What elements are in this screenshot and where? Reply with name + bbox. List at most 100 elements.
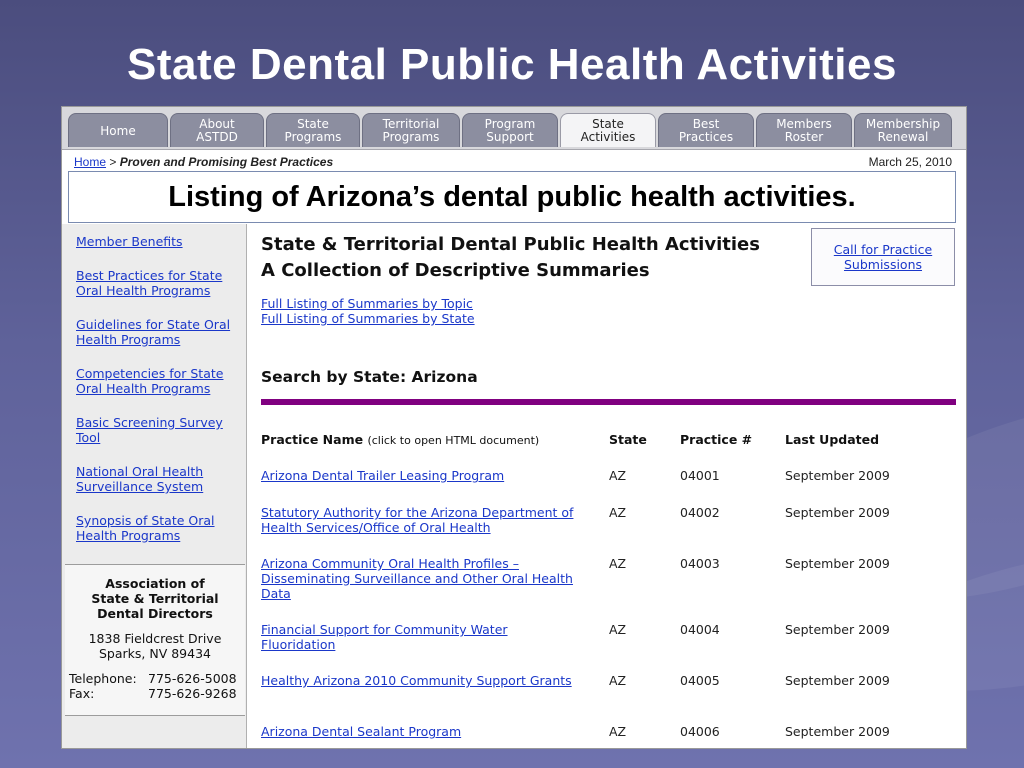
cell-practice-number: 04004 [680,622,720,637]
cell-last-updated: September 2009 [785,468,890,483]
tab-label: State Programs [284,117,342,144]
practice-link[interactable]: Healthy Arizona 2010 Community Support G… [261,673,572,688]
practice-link[interactable]: Arizona Community Oral Health Profiles –… [261,556,573,601]
sidebar-link-basic-screening[interactable]: Basic Screening Survey Tool [76,415,241,445]
slide-title: State Dental Public Health Activities [127,40,897,89]
cell-last-updated: September 2009 [785,673,890,688]
practices-table: Practice Name (click to open HTML docume… [261,432,956,748]
header-label: Practice Name [261,432,364,447]
tab-members-roster[interactable]: Members Roster [756,113,852,147]
header-practice-name: Practice Name (click to open HTML docume… [261,432,581,447]
cell-practice-name: Arizona Dental Sealant Program [261,724,581,739]
cell-practice-name: Financial Support for Community Water Fl… [261,622,581,652]
cell-practice-number: 04003 [680,556,720,571]
sidebar-links: Member Benefits Best Practices for State… [76,234,241,543]
org-line: Association of [105,576,205,591]
cell-practice-number: 04006 [680,724,720,739]
section-divider [261,399,956,405]
tab-best-practices[interactable]: Best Practices [658,113,754,147]
table-row: Arizona Community Oral Health Profiles –… [261,556,956,622]
top-navigation: Home About ASTDD State Programs Territor… [62,107,966,150]
table-row: Healthy Arizona 2010 Community Support G… [261,673,956,724]
tab-label: About ASTDD [196,117,238,144]
organization-name: Association of State & Territorial Denta… [65,576,245,621]
tab-membership-renewal[interactable]: Membership Renewal [854,113,952,147]
listing-by-topic-link[interactable]: Full Listing of Summaries by Topic [261,296,475,311]
header-state: State [609,432,647,447]
table-header: Practice Name (click to open HTML docume… [261,432,956,468]
city-line: Sparks, NV 89434 [98,646,211,661]
website-screenshot: Home About ASTDD State Programs Territor… [61,106,967,749]
phone-number: 775-626-5008 [148,671,237,686]
sidebar-link-guidelines[interactable]: Guidelines for State Oral Health Program… [76,317,241,347]
call-for-submissions-link[interactable]: Call for Practice Submissions [834,242,932,272]
sidebar: Member Benefits Best Practices for State… [62,224,247,748]
cell-practice-name: Healthy Arizona 2010 Community Support G… [261,673,581,688]
search-heading: Search by State: Arizona [261,368,478,386]
cell-state: AZ [609,556,627,571]
heading-line: A Collection of Descriptive Summaries [261,260,650,281]
listing-links: Full Listing of Summaries by Topic Full … [261,296,475,326]
practice-link[interactable]: Statutory Authority for the Arizona Depa… [261,505,573,535]
cell-practice-name: Arizona Community Oral Health Profiles –… [261,556,581,601]
slide-callout: Listing of Arizona’s dental public healt… [68,171,956,223]
sidebar-link-member-benefits[interactable]: Member Benefits [76,234,241,249]
tab-label: Members Roster [776,117,832,144]
practice-link[interactable]: Arizona Dental Trailer Leasing Program [261,468,504,483]
breadcrumb-separator: > [106,155,120,169]
cell-practice-number: 04005 [680,673,720,688]
contact-numbers: Telephone: 775-626-5008 Fax: 775-626-9268 [65,671,245,701]
practice-link[interactable]: Financial Support for Community Water Fl… [261,622,508,652]
fax-label: Fax: [69,686,95,701]
tab-program-support[interactable]: Program Support [462,113,558,147]
table-row: Arizona Dental Sealant Program AZ 04006 … [261,724,956,748]
breadcrumb: Home > Proven and Promising Best Practic… [74,155,333,169]
street-line: 1838 Fieldcrest Drive [88,631,222,646]
tab-label: State Activities [580,117,636,144]
sidebar-link-competencies[interactable]: Competencies for State Oral Health Progr… [76,366,241,396]
cell-state: AZ [609,468,627,483]
page-date: March 25, 2010 [868,155,952,169]
heading-line: State & Territorial Dental Public Health… [261,234,760,255]
tab-state-activities[interactable]: State Activities [560,113,656,147]
cell-state: AZ [609,622,627,637]
breadcrumb-home-link[interactable]: Home [74,155,106,169]
cell-state: AZ [609,673,627,688]
tab-label: Membership Renewal [865,117,941,144]
tab-home[interactable]: Home [68,113,168,147]
listing-by-state-link[interactable]: Full Listing of Summaries by State [261,311,475,326]
cell-practice-number: 04002 [680,505,720,520]
cell-last-updated: September 2009 [785,724,890,739]
tab-state-programs[interactable]: State Programs [266,113,360,147]
main-content: State & Territorial Dental Public Health… [247,224,966,748]
table-row: Statutory Authority for the Arizona Depa… [261,505,956,556]
cell-practice-name: Statutory Authority for the Arizona Depa… [261,505,581,535]
tab-territorial-programs[interactable]: Territorial Programs [362,113,460,147]
cell-last-updated: September 2009 [785,556,890,571]
practice-link[interactable]: Arizona Dental Sealant Program [261,724,461,739]
cell-practice-number: 04001 [680,468,720,483]
page-heading: State & Territorial Dental Public Health… [261,232,760,284]
sidebar-link-nohss[interactable]: National Oral Health Surveillance System [76,464,241,494]
table-row: Financial Support for Community Water Fl… [261,622,956,673]
header-hint: (click to open HTML document) [367,434,540,447]
cell-state: AZ [609,505,627,520]
tab-label: Territorial Programs [382,117,440,144]
tab-label: Best Practices [678,117,734,144]
cell-last-updated: September 2009 [785,622,890,637]
tab-label: Home [100,123,136,138]
tab-label: Program Support [484,117,536,144]
call-link-line: Submissions [843,257,923,272]
org-line: Dental Directors [97,606,213,621]
header-practice-number: Practice # [680,432,753,447]
organization-address: Association of State & Territorial Denta… [65,564,245,716]
fax-number: 775-626-9268 [148,686,237,701]
call-for-submissions-box: Call for Practice Submissions [811,228,955,286]
sidebar-link-synopsis[interactable]: Synopsis of State Oral Health Programs [76,513,241,543]
header-last-updated: Last Updated [785,432,880,447]
sidebar-link-best-practices[interactable]: Best Practices for State Oral Health Pro… [76,268,241,298]
tab-about-astdd[interactable]: About ASTDD [170,113,264,147]
cell-last-updated: September 2009 [785,505,890,520]
cell-state: AZ [609,724,627,739]
phone-label: Telephone: [69,671,137,686]
